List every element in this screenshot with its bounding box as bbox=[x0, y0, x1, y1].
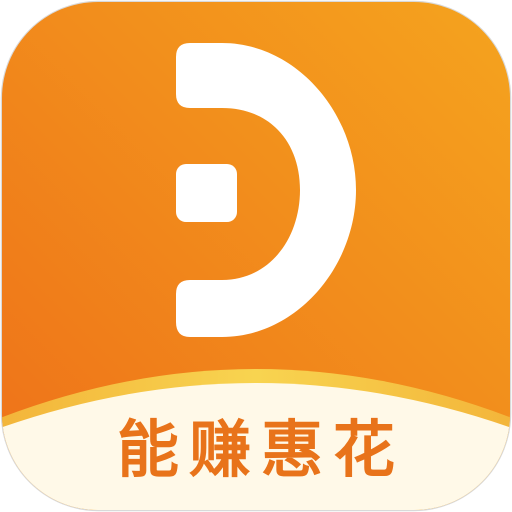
slogan-text: 能赚惠花 bbox=[116, 413, 405, 486]
app-icon[interactable]: 能赚惠花 bbox=[0, 0, 512, 512]
